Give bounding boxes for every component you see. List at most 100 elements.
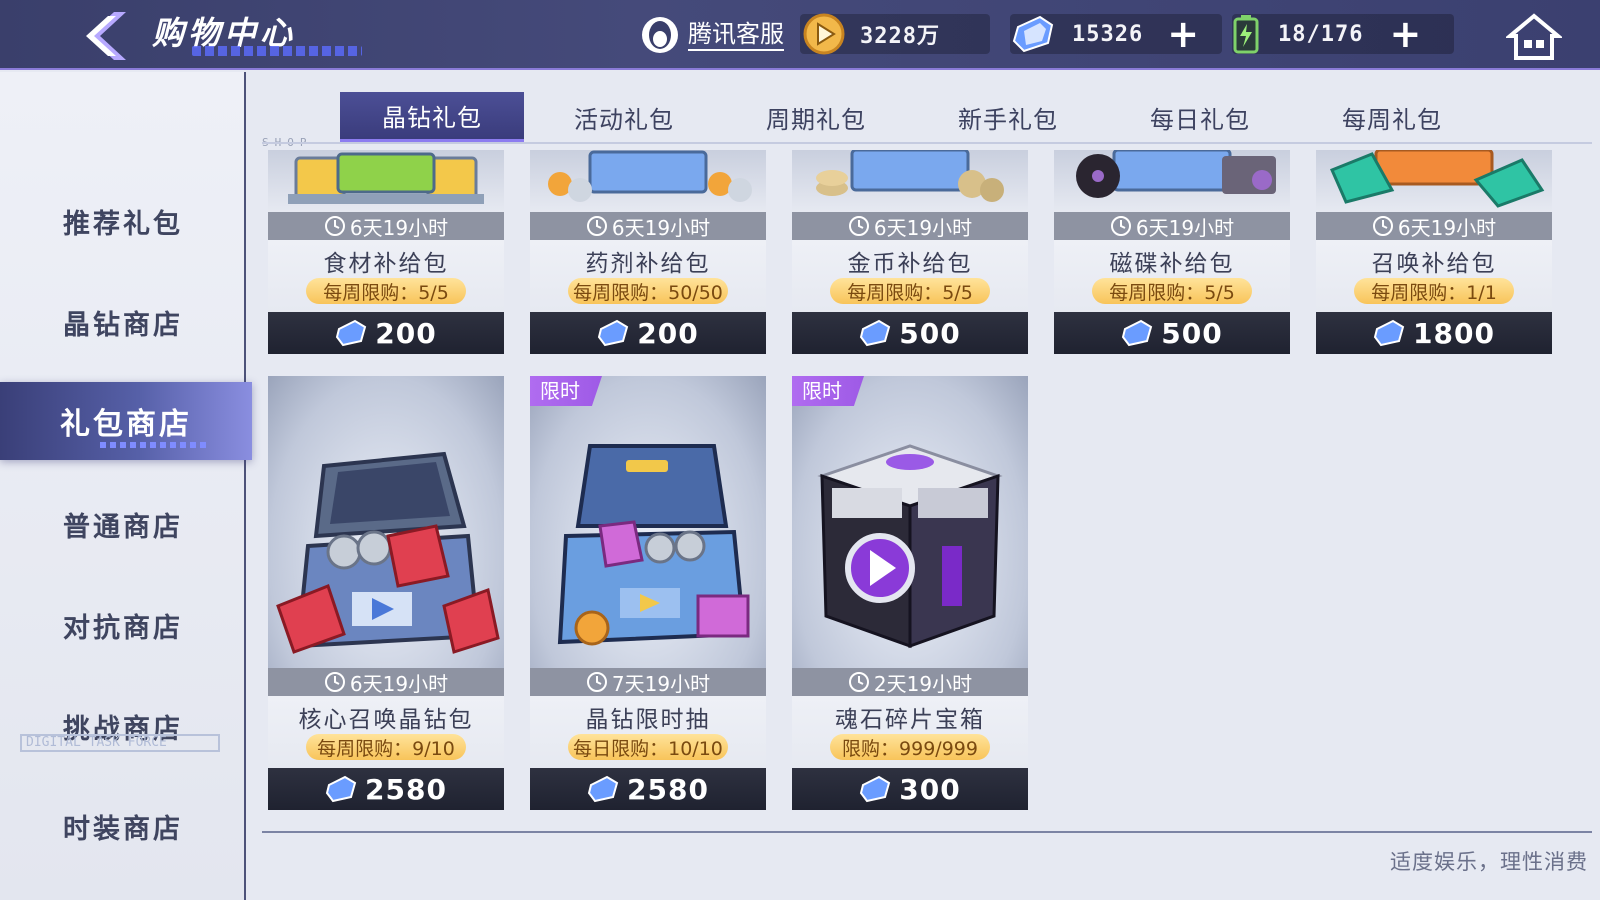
pack-timer: 2天19小时 bbox=[792, 668, 1028, 696]
food-crate-icon bbox=[288, 152, 484, 204]
sidebar-item-challenge-shop[interactable]: 挑战商店 bbox=[0, 687, 246, 765]
timer-text: 6天19小时 bbox=[1397, 215, 1497, 240]
buy-button[interactable]: 2580 bbox=[268, 768, 504, 810]
pack-timer: 6天19小时 bbox=[268, 212, 504, 240]
buy-button[interactable]: 1800 bbox=[1316, 312, 1552, 354]
back-button[interactable] bbox=[78, 10, 134, 62]
timer-text: 6天19小时 bbox=[1135, 215, 1235, 240]
clock-icon bbox=[848, 672, 869, 692]
add-gems-button[interactable]: + bbox=[1167, 15, 1199, 53]
pack-info: 魂石碎片宝箱 限购：999/999 bbox=[792, 696, 1028, 768]
tab-daily-packs[interactable]: 每日礼包 bbox=[1108, 92, 1292, 142]
price-value: 1800 bbox=[1413, 316, 1495, 350]
battery-icon bbox=[1233, 15, 1259, 54]
purchase-limit: 每周限购：5/5 bbox=[1092, 278, 1252, 304]
gem-icon bbox=[1373, 319, 1405, 347]
tab-label: 活动礼包 bbox=[574, 105, 674, 134]
pack-name: 召唤补给包 bbox=[1371, 251, 1497, 277]
penguin-icon bbox=[642, 17, 678, 53]
top-bar: 购物中心 腾讯客服 3228万 15326 + 18/176 + bbox=[0, 0, 1600, 70]
sidebar-item-pvp-shop[interactable]: 对抗商店 bbox=[0, 586, 246, 664]
gem-icon bbox=[860, 775, 891, 803]
gem-value: 15326 bbox=[1072, 21, 1144, 47]
buy-button[interactable]: 500 bbox=[792, 312, 1028, 354]
pack-image: 限时 bbox=[530, 376, 766, 674]
purchase-limit: 每周限购：9/10 bbox=[306, 734, 466, 760]
gem-icon bbox=[598, 319, 629, 347]
pack-image: 限时 bbox=[792, 376, 1028, 674]
timer-text: 6天19小时 bbox=[349, 671, 449, 696]
tab-label: 每日礼包 bbox=[1150, 105, 1250, 134]
tab-gem-packs[interactable]: 晶钻礼包 bbox=[340, 92, 524, 142]
purchase-limit: 每周限购：5/5 bbox=[306, 278, 466, 304]
sidebar-item-label: 普通商店 bbox=[63, 511, 183, 543]
buy-button[interactable]: 200 bbox=[268, 312, 504, 354]
pack-timer: 6天19小时 bbox=[530, 212, 766, 240]
pack-image bbox=[1054, 150, 1290, 214]
sidebar-item-recommended[interactable]: 推荐礼包 bbox=[0, 182, 246, 260]
sidebar-item-label: 推荐礼包 bbox=[63, 208, 183, 240]
purchase-limit: 每周限购：5/5 bbox=[830, 278, 990, 304]
gem-draw-chest-icon bbox=[557, 444, 750, 646]
tab-label: 新手礼包 bbox=[958, 105, 1058, 134]
gold-value: 3228万 bbox=[860, 24, 940, 49]
buy-button[interactable]: 2580 bbox=[530, 768, 766, 810]
pack-image bbox=[268, 376, 504, 674]
gold-resource: 3228万 bbox=[800, 13, 990, 55]
pack-image bbox=[1316, 150, 1552, 214]
price-value: 200 bbox=[375, 316, 437, 350]
pack-name: 食材补给包 bbox=[323, 251, 449, 277]
pack-card[interactable]: 6天19小时 磁碟补给包 每周限购：5/5 500 bbox=[1054, 150, 1290, 360]
customer-service-button[interactable]: 腾讯客服 bbox=[640, 14, 784, 56]
purchase-limit: 每周限购：50/50 bbox=[568, 278, 728, 304]
pack-name: 磁碟补给包 bbox=[1109, 251, 1235, 277]
pack-name: 核心召唤晶钻包 bbox=[298, 707, 474, 733]
pack-card[interactable]: 6天19小时 食材补给包 每周限购：5/5 200 bbox=[268, 150, 504, 360]
pack-image bbox=[268, 150, 504, 214]
buy-button[interactable]: 200 bbox=[530, 312, 766, 354]
pack-card[interactable]: 限时 7天19小时 晶钻限时抽 每日限购：10/10 2580 bbox=[530, 376, 766, 818]
buy-button[interactable]: 300 bbox=[792, 768, 1028, 810]
sidebar-item-label: 时装商店 bbox=[63, 813, 183, 845]
tab-divider bbox=[262, 142, 1592, 144]
pack-info: 核心召唤晶钻包 每周限购：9/10 bbox=[268, 696, 504, 768]
tab-event-packs[interactable]: 活动礼包 bbox=[532, 92, 716, 142]
tab-label: 周期礼包 bbox=[766, 105, 866, 134]
sidebar-item-gem-shop[interactable]: 晶钻商店 bbox=[0, 283, 246, 361]
pack-card[interactable]: 6天19小时 核心召唤晶钻包 每周限购：9/10 2580 bbox=[268, 376, 504, 818]
pack-info: 食材补给包 每周限购：5/5 bbox=[268, 240, 504, 312]
tab-newbie-packs[interactable]: 新手礼包 bbox=[916, 92, 1100, 142]
price-value: 300 bbox=[899, 772, 961, 806]
purchase-limit: 限购：999/999 bbox=[830, 734, 990, 760]
pack-card[interactable]: 6天19小时 召唤补给包 每周限购：1/1 1800 bbox=[1316, 150, 1552, 360]
gem-icon bbox=[587, 775, 619, 803]
sidebar-item-label: 对抗商店 bbox=[63, 612, 183, 644]
pack-info: 金币补给包 每周限购：5/5 bbox=[792, 240, 1028, 312]
sidebar-item-costume-shop[interactable]: 时装商店 bbox=[0, 787, 246, 865]
tab-period-packs[interactable]: 周期礼包 bbox=[724, 92, 908, 142]
sidebar-item-pack-shop[interactable]: 礼包商店 bbox=[0, 382, 252, 460]
tab-weekly-packs[interactable]: 每周礼包 bbox=[1300, 92, 1484, 142]
tab-label: 晶钻礼包 bbox=[382, 104, 482, 132]
clock-icon bbox=[1110, 216, 1131, 236]
moderate-play-notice: 适度娱乐，理性消费 bbox=[1390, 850, 1588, 874]
sidebar-watermark: DIGITAL TASK FORCE bbox=[20, 734, 220, 752]
title-decoration bbox=[192, 46, 362, 56]
buy-button[interactable]: 500 bbox=[1054, 312, 1290, 354]
home-button[interactable] bbox=[1504, 12, 1564, 62]
clock-icon bbox=[324, 216, 345, 236]
potion-crate-icon bbox=[548, 150, 752, 202]
clock-icon bbox=[1372, 216, 1393, 236]
sidebar-item-general-shop[interactable]: 普通商店 bbox=[0, 485, 246, 563]
disc-crate-icon bbox=[1076, 150, 1276, 198]
clock-icon bbox=[586, 216, 607, 236]
price-value: 2580 bbox=[365, 772, 447, 806]
pack-card[interactable]: 限时 2天19小时 魂石碎片宝箱 限购：999/999 300 bbox=[792, 376, 1028, 818]
gem-resource: 15326 + bbox=[1010, 14, 1222, 54]
timer-text: 2天19小时 bbox=[873, 671, 973, 696]
pack-timer: 6天19小时 bbox=[792, 212, 1028, 240]
soulstone-box-icon bbox=[817, 444, 1003, 649]
pack-card[interactable]: 6天19小时 药剂补给包 每周限购：50/50 200 bbox=[530, 150, 766, 360]
add-stamina-button[interactable]: + bbox=[1389, 15, 1421, 53]
pack-card[interactable]: 6天19小时 金币补给包 每周限购：5/5 500 bbox=[792, 150, 1028, 360]
